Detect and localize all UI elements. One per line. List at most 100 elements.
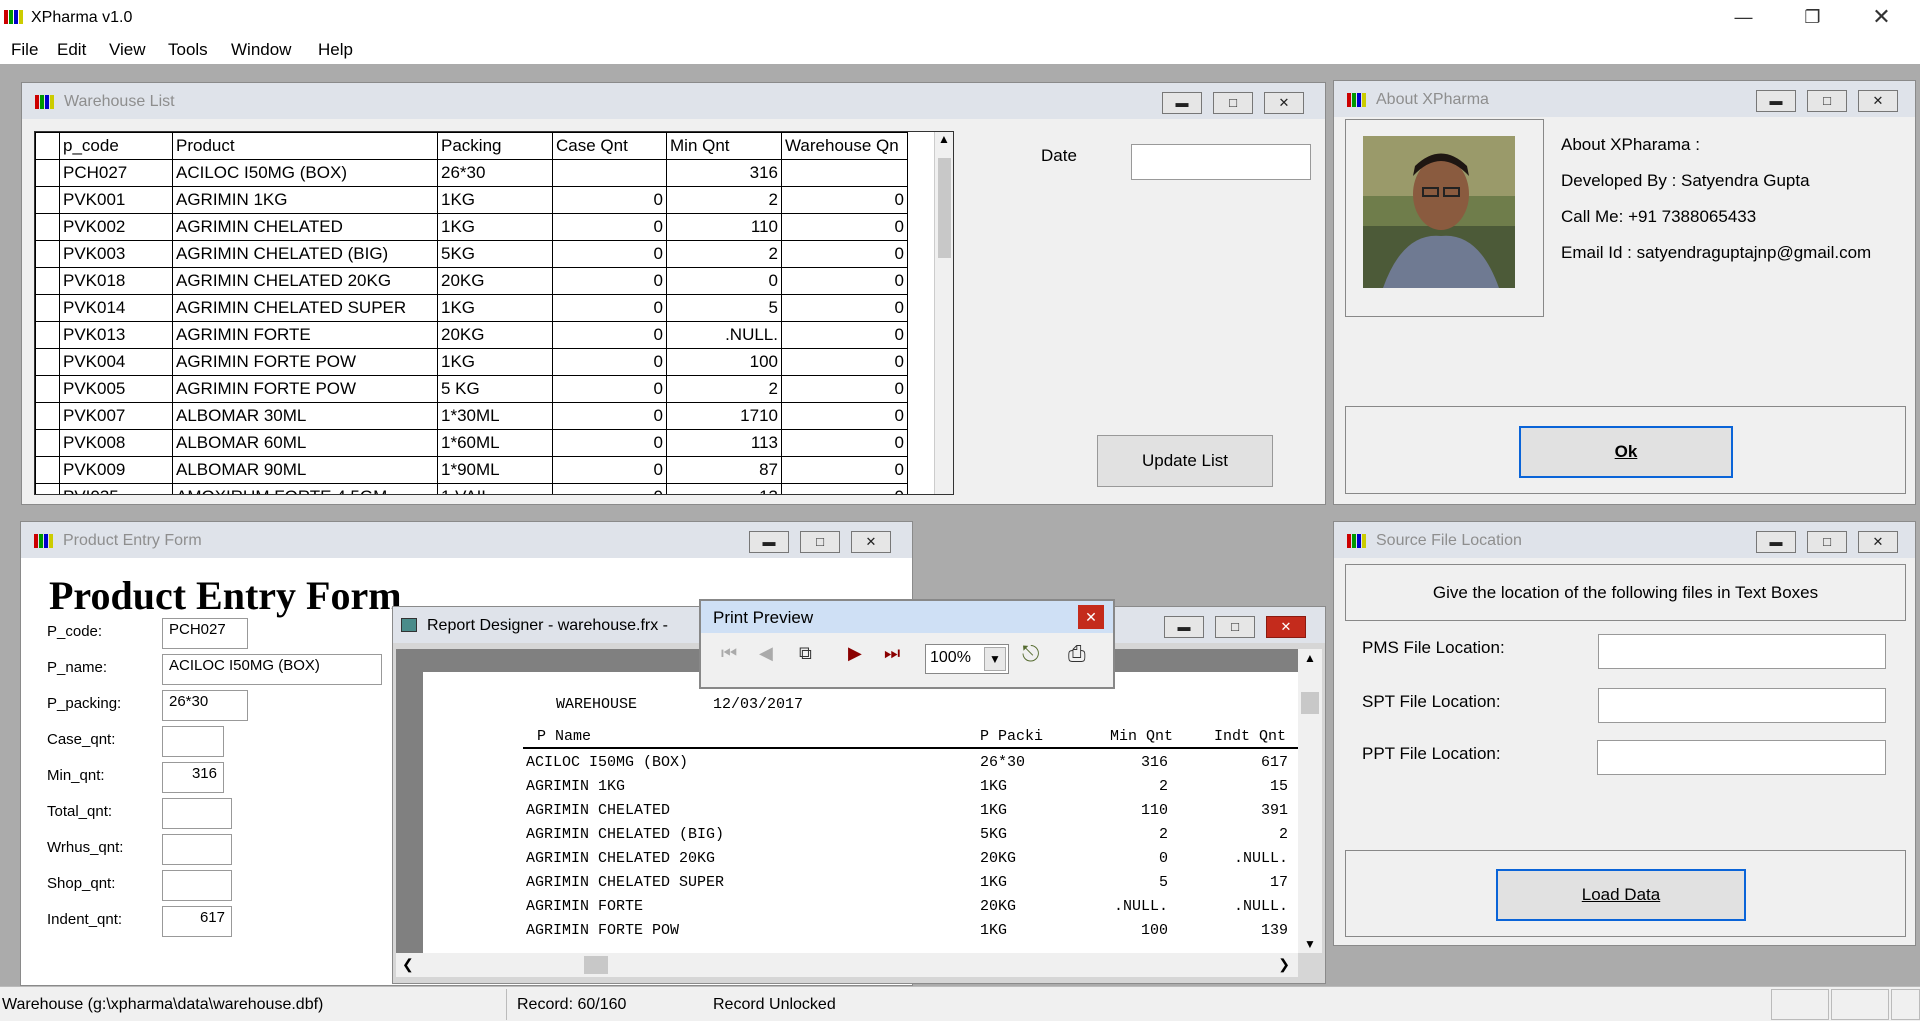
field-input[interactable] (162, 834, 232, 865)
pms-file-input[interactable] (1598, 634, 1886, 669)
column-header[interactable]: Min Qnt (666, 132, 782, 160)
table-cell[interactable]: 0 (781, 267, 908, 295)
table-cell[interactable]: 0 (552, 321, 667, 349)
minimize-icon[interactable]: ▬ (1756, 531, 1796, 553)
scroll-up-icon[interactable]: ▲ (935, 132, 953, 146)
row-selector[interactable] (35, 456, 60, 484)
table-cell[interactable]: AGRIMIN CHELATED 20KG (172, 267, 438, 295)
table-cell[interactable]: 0 (781, 213, 908, 241)
minimize-icon[interactable]: ▬ (1756, 90, 1796, 112)
maximize-icon[interactable]: □ (1807, 90, 1847, 112)
field-input[interactable]: 316 (162, 762, 224, 793)
scroll-thumb[interactable] (938, 158, 951, 258)
zoom-select[interactable]: 100% ▼ (925, 644, 1009, 674)
table-cell[interactable]: 5KG (437, 240, 553, 268)
table-cell[interactable]: 0 (552, 402, 667, 430)
close-icon[interactable]: ✕ (851, 531, 891, 553)
minimize-icon[interactable]: ▬ (1164, 616, 1204, 638)
table-cell[interactable]: 0 (552, 429, 667, 457)
table-cell[interactable]: PVK007 (59, 402, 173, 430)
exit-preview-icon[interactable]: ⎋ (1022, 641, 1039, 667)
table-row[interactable]: PVK004 AGRIMIN FORTE POW 1KG 0 100 0 (35, 348, 908, 376)
chevron-down-icon[interactable]: ▼ (984, 647, 1006, 671)
table-cell[interactable]: 0 (781, 483, 908, 494)
table-cell[interactable]: 0 (781, 456, 908, 484)
menu-view[interactable]: View (109, 40, 146, 60)
scroll-left-icon[interactable]: ❮ (402, 956, 414, 973)
toolbar-titlebar[interactable]: Print Preview ✕ (701, 601, 1113, 633)
maximize-icon[interactable]: □ (800, 531, 840, 553)
window-titlebar[interactable]: Warehouse List ▬ □ ✕ (22, 83, 1325, 119)
scroll-down-icon[interactable]: ▼ (1298, 937, 1322, 951)
scroll-right-icon[interactable]: ❯ (1278, 956, 1290, 973)
table-cell[interactable]: 0 (552, 213, 667, 241)
ppt-file-input[interactable] (1597, 740, 1886, 775)
close-icon[interactable]: ✕ (1266, 616, 1306, 638)
table-cell[interactable]: AGRIMIN FORTE POW (172, 348, 438, 376)
table-cell[interactable]: ALBOMAR 60ML (172, 429, 438, 457)
table-cell[interactable]: PVK001 (59, 186, 173, 214)
table-row[interactable]: PCH027 ACILOC I50MG (BOX) 26*30 316 (35, 159, 908, 187)
column-header[interactable]: Warehouse Qn (781, 132, 908, 160)
table-cell[interactable]: 0 (781, 429, 908, 457)
table-row[interactable]: PVK005 AGRIMIN FORTE POW 5 KG 0 2 0 (35, 375, 908, 403)
table-cell[interactable]: 110 (666, 213, 782, 241)
table-cell[interactable]: PVK003 (59, 240, 173, 268)
window-titlebar[interactable]: About XPharma ▬ □ ✕ (1334, 81, 1915, 117)
field-input[interactable]: ACILOC I50MG (BOX) (162, 654, 382, 685)
table-cell[interactable]: PVK009 (59, 456, 173, 484)
table-cell[interactable]: 0 (552, 483, 667, 494)
table-cell[interactable]: AGRIMIN 1KG (172, 186, 438, 214)
row-selector[interactable] (35, 267, 60, 295)
field-input[interactable] (162, 726, 224, 757)
minimize-icon[interactable]: ▬ (1162, 92, 1202, 114)
table-cell[interactable]: 2 (666, 375, 782, 403)
scroll-up-icon[interactable]: ▲ (1298, 651, 1322, 665)
close-icon[interactable]: ✕ (1858, 90, 1898, 112)
table-cell[interactable]: ALBOMAR 30ML (172, 402, 438, 430)
table-row[interactable]: PVK009 ALBOMAR 90ML 1*90ML 0 87 0 (35, 456, 908, 484)
table-row[interactable]: PVK008 ALBOMAR 60ML 1*60ML 0 113 0 (35, 429, 908, 457)
table-cell[interactable]: PVK014 (59, 294, 173, 322)
copy-pages-icon[interactable]: ⧉ (799, 643, 812, 664)
next-page-icon[interactable]: ▶ (848, 643, 862, 664)
minimize-icon[interactable]: — (1709, 0, 1778, 36)
table-cell[interactable]: 0 (552, 240, 667, 268)
table-cell[interactable]: 316 (666, 159, 782, 187)
field-input[interactable]: 617 (162, 906, 232, 937)
minimize-icon[interactable]: ▬ (749, 531, 789, 553)
table-row[interactable]: PVK001 AGRIMIN 1KG 1KG 0 2 0 (35, 186, 908, 214)
table-cell[interactable]: PVK008 (59, 429, 173, 457)
scroll-thumb[interactable] (584, 956, 608, 974)
table-cell[interactable]: 1KG (437, 186, 553, 214)
table-cell[interactable]: 0 (781, 375, 908, 403)
table-cell[interactable]: AGRIMIN CHELATED (172, 213, 438, 241)
table-cell[interactable]: 5 (666, 294, 782, 322)
window-titlebar[interactable]: Product Entry Form ▬ □ ✕ (21, 522, 912, 558)
table-cell[interactable]: PVK004 (59, 348, 173, 376)
table-cell[interactable]: 0 (781, 240, 908, 268)
table-row[interactable]: PVI035AMOXIRUM FORTE 4.5GM1 VAIL0130 (35, 483, 908, 494)
row-selector[interactable] (35, 483, 60, 494)
restore-icon[interactable]: ❐ (1778, 0, 1847, 36)
row-selector[interactable] (35, 375, 60, 403)
row-selector[interactable] (35, 429, 60, 457)
column-header[interactable]: Product (172, 132, 438, 160)
table-row[interactable]: PVK013 AGRIMIN FORTE 20KG 0 .NULL. 0 (35, 321, 908, 349)
table-cell[interactable]: 0 (781, 348, 908, 376)
table-cell[interactable]: 0 (781, 294, 908, 322)
table-cell[interactable]: 20KG (437, 267, 553, 295)
menu-tools[interactable]: Tools (168, 40, 208, 60)
menu-help[interactable]: Help (318, 40, 353, 60)
report-hscroll[interactable]: ❮ ❯ (396, 953, 1298, 977)
printer-icon[interactable]: ⎙ (1068, 641, 1086, 667)
table-cell[interactable]: 13 (666, 483, 782, 494)
update-list-button[interactable]: Update List (1097, 435, 1273, 487)
table-cell[interactable]: 100 (666, 348, 782, 376)
table-cell[interactable]: 5 KG (437, 375, 553, 403)
table-cell[interactable]: 0 (781, 321, 908, 349)
table-cell[interactable]: 2 (666, 240, 782, 268)
table-row[interactable]: PVK003 AGRIMIN CHELATED (BIG) 5KG 0 2 0 (35, 240, 908, 268)
table-cell[interactable]: PVK013 (59, 321, 173, 349)
report-vscroll[interactable]: ▲ ▼ (1298, 649, 1322, 953)
